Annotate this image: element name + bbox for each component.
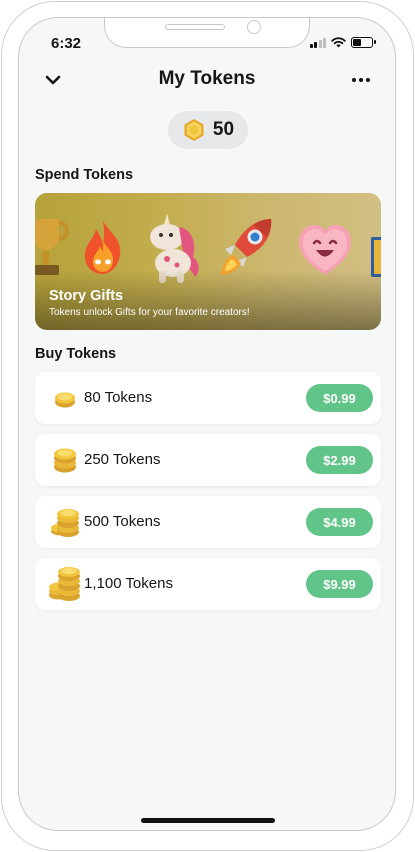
wifi-icon	[331, 37, 346, 48]
rocket-icon	[221, 219, 272, 275]
price-button[interactable]: $2.99	[306, 446, 373, 474]
banner-title: Story Gifts	[49, 288, 124, 304]
battery-icon	[351, 37, 376, 48]
banner-text: Story Gifts Tokens unlock Gifts for your…	[49, 288, 250, 318]
coin-stack-small-icon	[47, 380, 83, 416]
unicorn-icon	[150, 213, 199, 283]
spend-tokens-heading: Spend Tokens	[35, 167, 134, 183]
package-label: 250 Tokens	[84, 451, 161, 468]
banner-subtitle: Tokens unlock Gifts for your favorite cr…	[49, 307, 250, 318]
cellular-signal-icon	[309, 37, 326, 48]
token-package-250[interactable]: 250 Tokens $2.99	[35, 434, 381, 486]
device-notch	[104, 18, 310, 48]
buy-tokens-heading: Buy Tokens	[35, 346, 117, 362]
token-balance: 50	[168, 111, 248, 149]
status-time: 6:32	[51, 35, 82, 52]
balance-value: 50	[212, 119, 235, 140]
coin-stack-medium-icon	[47, 442, 83, 478]
coin-stack-xlarge-icon	[47, 566, 83, 602]
coin-stack-large-icon	[47, 504, 83, 540]
heart-face-icon	[299, 225, 351, 275]
price-button[interactable]: $9.99	[306, 570, 373, 598]
token-coin-icon	[184, 119, 204, 141]
package-label: 1,100 Tokens	[84, 575, 173, 592]
package-label: 500 Tokens	[84, 513, 161, 530]
chevron-down-icon[interactable]	[41, 68, 65, 92]
token-package-1100[interactable]: 1,100 Tokens $9.99	[35, 558, 381, 610]
status-icons	[309, 37, 376, 48]
app-screen: 6:32 My Tokens 50 Spend Tokens Story Gif…	[18, 17, 396, 831]
speaker-grille	[165, 24, 225, 30]
story-gifts-banner[interactable]: Story Gifts Tokens unlock Gifts for your…	[35, 193, 381, 330]
home-indicator[interactable]	[141, 818, 275, 823]
price-button[interactable]: $4.99	[306, 508, 373, 536]
price-button[interactable]: $0.99	[306, 384, 373, 412]
package-label: 80 Tokens	[84, 389, 153, 406]
trophy-icon	[35, 219, 69, 275]
fire-icon	[84, 221, 121, 274]
token-package-500[interactable]: 500 Tokens $4.99	[35, 496, 381, 548]
front-camera	[247, 20, 261, 34]
card-icon	[371, 237, 381, 277]
nav-bar: My Tokens	[19, 66, 395, 94]
token-package-80[interactable]: 80 Tokens $0.99	[35, 372, 381, 424]
more-options-icon[interactable]	[347, 68, 375, 92]
page-title: My Tokens	[158, 68, 256, 89]
